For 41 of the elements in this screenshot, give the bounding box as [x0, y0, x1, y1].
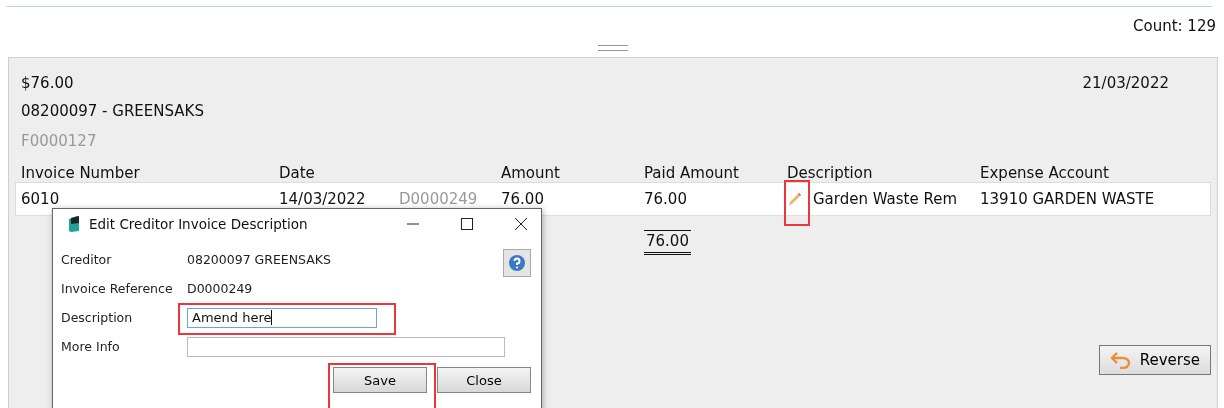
close-button[interactable]: Close — [437, 367, 531, 393]
splitter-handle[interactable] — [598, 45, 628, 51]
highlight-box — [784, 180, 810, 226]
table-cell: Garden Waste Rem — [813, 190, 958, 208]
column-header: Expense Account — [980, 164, 1110, 182]
field-label: Description — [61, 310, 134, 325]
reference-number: F0000127 — [20, 131, 98, 152]
column-header: Date — [279, 164, 316, 182]
table-cell-text: 6010 — [21, 190, 61, 208]
pencil-icon[interactable] — [787, 191, 803, 207]
table-cell-text: D0000249 — [399, 190, 479, 208]
maximize-icon[interactable] — [461, 218, 473, 230]
column-header: Invoice Number — [21, 164, 141, 182]
invoice-amount: $76.00 — [21, 74, 74, 94]
column-header: Paid Amount — [644, 164, 740, 182]
record-count: Count: 129 — [1133, 17, 1216, 37]
column-header: Amount — [501, 164, 561, 182]
description-field[interactable]: Amend here — [187, 307, 377, 328]
reverse-button[interactable]: Reverse — [1098, 345, 1211, 375]
table-row[interactable]: 6010 14/03/2022 D0000249 76.00 76.00 Garden Waste Rem 13910 GARDEN WASTE — [15, 182, 1211, 216]
dialog-title: Edit Creditor Invoice Description — [89, 216, 308, 232]
table-cell-text: 76.00 — [501, 190, 545, 208]
invoice-date: 21/03/2022 — [1082, 74, 1169, 94]
field-label: More Info — [61, 339, 121, 354]
table-cell-text: 13910 GARDEN WASTE — [980, 190, 1156, 208]
field-value: 08200097 GREENSAKS — [187, 252, 331, 267]
app-icon — [67, 215, 81, 233]
field-label: Creditor — [61, 252, 113, 267]
table-cell-text: 76.00 — [644, 190, 688, 208]
save-button[interactable]: Save — [333, 367, 427, 393]
creditor-name: 08200097 - GREENSAKS — [20, 101, 205, 122]
total-amount: 76.00 — [644, 230, 691, 255]
field-value: D0000249 — [187, 281, 253, 296]
help-button[interactable] — [503, 249, 531, 277]
close-icon[interactable] — [515, 218, 527, 230]
more-info-field[interactable] — [187, 336, 505, 357]
table-cell-text: 14/03/2022 — [279, 190, 367, 208]
field-label: Invoice Reference — [61, 281, 174, 296]
column-header: Description — [787, 164, 874, 182]
undo-icon — [1109, 351, 1132, 369]
help-icon — [508, 254, 526, 272]
